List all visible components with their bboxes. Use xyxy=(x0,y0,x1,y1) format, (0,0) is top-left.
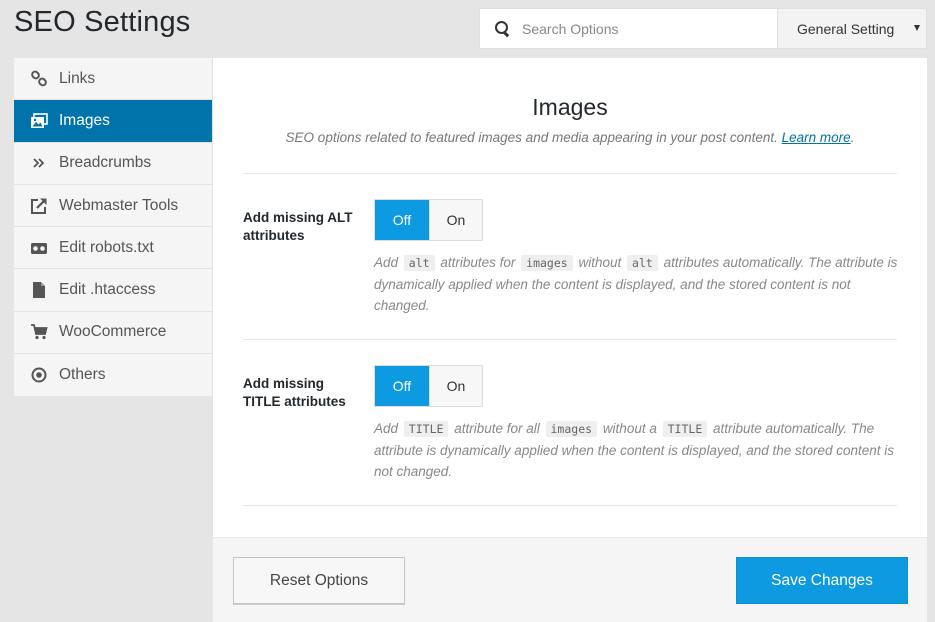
code-snippet: TITLE xyxy=(662,421,708,437)
settings-select-value: General Setting xyxy=(797,20,895,37)
sidebar-item-others[interactable]: Others xyxy=(14,354,212,397)
toggle-off-button[interactable]: Off xyxy=(375,366,429,406)
sidebar-item-links[interactable]: Links xyxy=(14,58,212,101)
desc-text: without xyxy=(578,255,622,270)
sidebar-item-images[interactable]: Images xyxy=(14,100,212,143)
reset-options-button[interactable]: Reset Options xyxy=(233,557,405,604)
footer-bar: Reset Options Save Changes xyxy=(213,537,927,622)
images-icon xyxy=(30,112,48,130)
sidebar: Links Images Breadcrumbs Webmaster Tools… xyxy=(14,58,213,397)
save-changes-button[interactable]: Save Changes xyxy=(736,557,908,604)
link-icon xyxy=(30,70,48,88)
field-description-alt: Add alt attributes for images without al… xyxy=(374,252,899,316)
page-title: SEO Settings xyxy=(14,6,191,38)
desc-text: Add xyxy=(374,421,399,436)
divider xyxy=(243,339,897,340)
field-label-title: Add missing TITLE attributes xyxy=(243,376,346,409)
chevrons-right-icon xyxy=(30,154,48,172)
code-snippet: TITLE xyxy=(403,421,449,437)
radio-circle-icon xyxy=(30,366,48,384)
sidebar-item-edit-htaccess[interactable]: Edit .htaccess xyxy=(14,269,212,312)
field-label-alt: Add missing ALT attributes xyxy=(243,210,353,243)
sidebar-item-label: Webmaster Tools xyxy=(59,196,179,214)
search-icon xyxy=(494,20,512,38)
toggle-on-button[interactable]: On xyxy=(428,200,482,240)
code-snippet: images xyxy=(545,421,598,437)
search-input[interactable] xyxy=(522,20,762,37)
sidebar-item-label: Edit .htaccess xyxy=(59,281,156,299)
toggle-alt-attributes[interactable]: Off On xyxy=(374,199,483,241)
sidebar-item-edit-robots[interactable]: Edit robots.txt xyxy=(14,227,212,270)
field-description-title: Add TITLE attribute for all images witho… xyxy=(374,418,899,482)
learn-more-link[interactable]: Learn more xyxy=(782,130,851,145)
toggle-off-button[interactable]: Off xyxy=(375,200,429,240)
sidebar-item-label: Links xyxy=(59,69,96,87)
code-snippet: alt xyxy=(403,255,435,271)
sidebar-item-label: Images xyxy=(59,111,110,129)
desc-text: attribute for all xyxy=(454,421,540,436)
code-snippet: images xyxy=(521,255,573,271)
caret-down-icon xyxy=(914,25,920,31)
desc-text: Add xyxy=(374,255,399,270)
sidebar-item-label: WooCommerce xyxy=(59,323,167,341)
section-description: SEO options related to featured images a… xyxy=(213,130,927,145)
desc-text: without a xyxy=(602,421,657,436)
search-box[interactable] xyxy=(479,8,778,49)
external-link-icon xyxy=(30,197,48,215)
description-period: . xyxy=(850,130,855,145)
divider xyxy=(243,173,897,174)
sidebar-item-label: Breadcrumbs xyxy=(59,154,152,172)
desc-text: attributes for xyxy=(440,255,516,270)
cart-icon xyxy=(30,323,48,341)
sidebar-item-breadcrumbs[interactable]: Breadcrumbs xyxy=(14,142,212,185)
section-title: Images xyxy=(532,94,608,120)
sidebar-item-label: Others xyxy=(59,366,106,384)
toggle-on-button[interactable]: On xyxy=(428,366,482,406)
sidebar-item-label: Edit robots.txt xyxy=(59,238,154,256)
toggle-title-attributes[interactable]: Off On xyxy=(374,365,483,407)
robot-icon xyxy=(30,239,48,257)
file-icon xyxy=(30,281,48,299)
section-description-text: SEO options related to featured images a… xyxy=(285,130,778,145)
settings-select[interactable]: General Setting xyxy=(778,8,927,49)
code-snippet: alt xyxy=(627,255,658,271)
sidebar-item-webmaster-tools[interactable]: Webmaster Tools xyxy=(14,184,212,228)
sidebar-item-woocommerce[interactable]: WooCommerce xyxy=(14,311,212,355)
divider xyxy=(243,505,897,506)
